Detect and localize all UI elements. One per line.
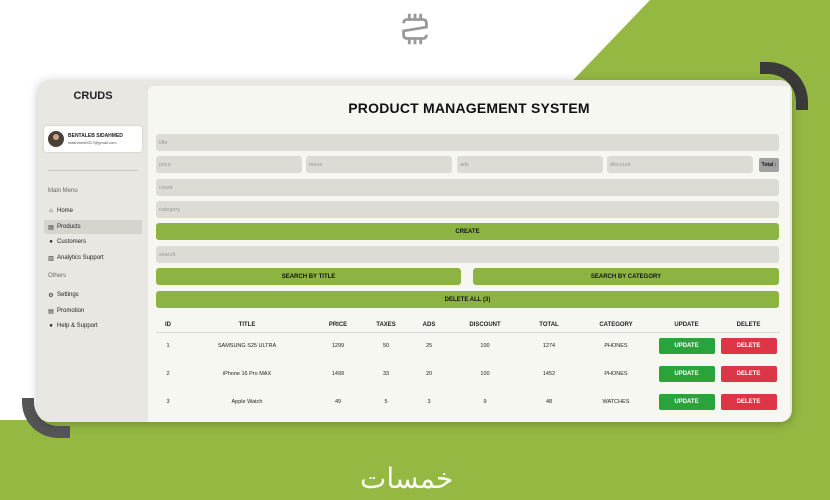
profile-name: BENTALEB SIDAHMED [68,133,123,139]
gear-icon: ⚙ [48,292,54,299]
ads-input[interactable] [457,156,603,173]
sidebar-item-products[interactable]: ▤ Products [44,220,142,234]
sidebar-item-help[interactable]: ● Help & Support [44,319,142,333]
sidebar-item-label: Settings [57,292,79,298]
header-price: PRICE [314,318,362,333]
table-row: 2 iPhone 16 Pro MAX 1499 33 20 100 1452 … [156,360,780,388]
sidebar-item-analytics[interactable]: ▥ Analytics Support [44,251,142,265]
cell-category: WATCHES [602,399,630,405]
cell-delete: DELETE [717,332,780,360]
profile-card[interactable]: BENTALEB SIDAHMED sidahmed0017@gmail.com [44,126,142,152]
header-taxes: TAXES [362,318,410,333]
cell-discount: 9 [483,399,487,405]
sidebar-item-label: Products [57,224,81,230]
header-category: CATEGORY [576,318,656,333]
cell-id: 3 [166,399,170,405]
header-id: ID [156,318,180,333]
app-window: CRUDS BENTALEB SIDAHMED sidahmed0017@gma… [38,80,792,422]
cell-total: 1452 [542,371,556,377]
cell-category: PHONES [604,371,628,377]
avatar [48,131,64,147]
count-input[interactable] [156,179,779,196]
cell-price: 1499 [331,371,345,377]
sidebar-item-label: Help & Support [57,323,98,329]
brand-title: CRUDS [73,90,113,102]
header-ads: ADS [410,318,448,333]
discount-input[interactable] [607,156,753,173]
cell-id: 2 [166,371,170,377]
cell-title: SAMSUNG S25 ULTRA [217,343,277,350]
create-button[interactable]: CREATE [156,223,779,240]
sidebar: CRUDS BENTALEB SIDAHMED sidahmed0017@gma… [38,80,148,422]
cell-total: 48 [545,399,553,405]
cell-update: UPDATE [656,332,717,360]
sidebar-item-home[interactable]: ⌂ Home [44,204,142,218]
watermark-logo: خمسات [360,462,454,495]
delete-all-button[interactable]: DELETE ALL (3) [156,291,779,308]
cell-total: 1274 [542,343,556,350]
page-title: PRODUCT MANAGEMENT SYSTEM [348,100,590,116]
promotion-icon: ▤ [48,308,54,315]
sidebar-item-label: Customers [57,239,87,245]
sidebar-item-customers[interactable]: ● Customers [44,235,142,249]
sidebar-item-label: Promotion [57,308,85,314]
header-total: TOTAL [522,318,576,333]
sidebar-divider [48,170,138,171]
cell-taxes: 50 [382,343,390,350]
sidebar-item-promotion[interactable]: ▤ Promotion [44,304,142,318]
header-update: UPDATE [656,318,717,333]
cell-discount: 100 [480,371,490,377]
cell-price: 1299 [331,343,345,350]
title-input[interactable] [156,134,779,151]
cell-id: 1 [166,343,170,350]
sidebar-item-label: Home [57,208,74,214]
cell-update: UPDATE [656,388,717,416]
update-button[interactable]: UPDATE [658,338,715,355]
support-icon: ● [49,323,53,329]
analytics-icon: ▥ [48,255,54,262]
taxes-input[interactable] [306,156,452,173]
main-panel: PRODUCT MANAGEMENT SYSTEM Total : CREATE… [148,86,790,422]
header-discount: DISCOUNT [448,318,522,333]
cell-delete: DELETE [717,360,780,388]
cell-title: Apple Watch [231,399,263,405]
cell-category: PHONES [604,343,628,350]
cell-taxes: 33 [382,371,390,377]
others-label: Others [48,273,67,279]
cell-price: 49 [334,399,342,405]
cell-discount: 100 [480,343,490,350]
sidebar-item-label: Analytics Support [57,255,104,261]
search-input[interactable] [156,246,779,263]
delete-button[interactable]: DELETE [720,366,777,382]
search-by-category-button[interactable]: SEARCH BY CATEGORY [473,268,779,285]
cell-taxes: 5 [384,399,388,405]
price-input[interactable] [156,156,302,173]
home-icon: ⌂ [49,208,53,214]
customers-icon: ● [49,239,53,245]
cell-delete: DELETE [717,388,780,416]
brand-logo-icon [402,13,428,45]
cell-update: UPDATE [656,360,717,388]
delete-button[interactable]: DELETE [720,394,777,410]
delete-button[interactable]: DELETE [720,338,777,355]
search-by-title-button[interactable]: SEARCH BY TITLE [156,268,461,285]
header-title: TITLE [180,318,314,333]
header-delete: DELETE [717,318,780,333]
table-row: 1 SAMSUNG S25 ULTRA 1299 50 25 100 1274 … [156,332,780,360]
profile-email: sidahmed0017@gmail.com [68,140,117,145]
sidebar-item-settings[interactable]: ⚙ Settings [44,288,142,302]
products-table: ID TITLE PRICE TAXES ADS DISCOUNT TOTAL … [156,318,780,416]
total-badge: Total : [759,158,779,172]
cell-title: iPhone 16 Pro MAX [222,371,272,377]
products-icon: ▤ [48,224,54,231]
cell-ads: 25 [425,343,433,350]
category-input[interactable] [156,201,779,218]
table-row: 3 Apple Watch 49 5 3 9 48 WATCHES UPDATE… [156,388,780,416]
table-header-row: ID TITLE PRICE TAXES ADS DISCOUNT TOTAL … [156,318,780,333]
update-button[interactable]: UPDATE [658,366,715,382]
main-menu-label: Main Menu [48,188,78,194]
update-button[interactable]: UPDATE [658,394,715,410]
cell-ads: 3 [427,399,431,405]
cell-ads: 20 [425,371,433,377]
